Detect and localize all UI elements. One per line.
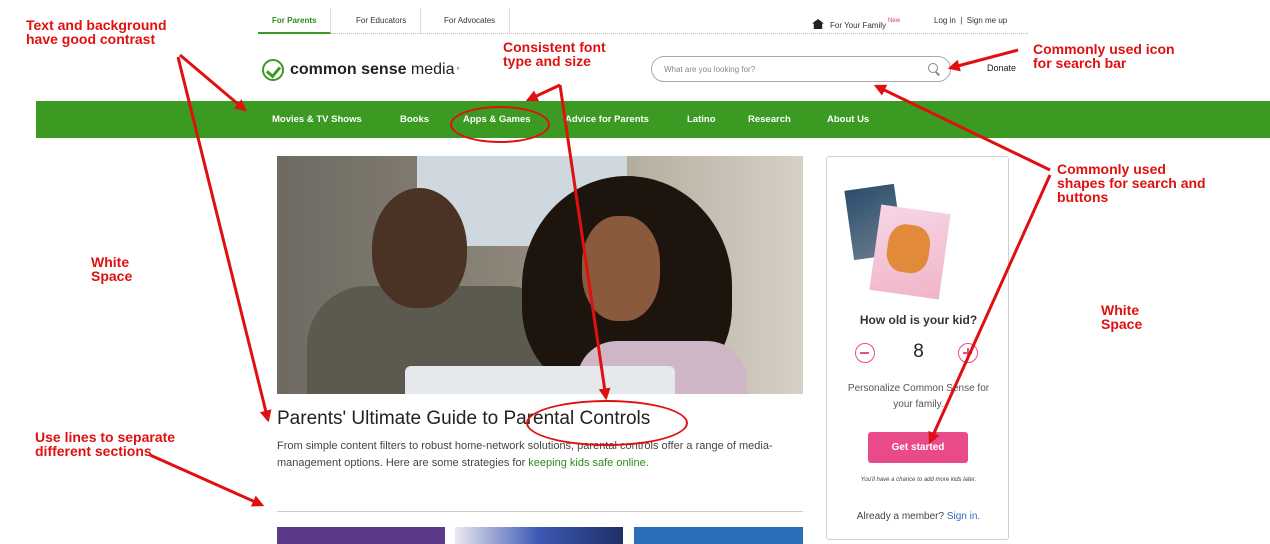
annotation-white-space-left: White Space (91, 254, 133, 284)
arrow-font-nav (525, 83, 561, 102)
annotation-arrows (149, 48, 1052, 507)
arrow-search-icon (947, 48, 1019, 72)
annotation-lines: Use lines to separate different sections (35, 429, 176, 459)
annotation-font: Consistent font type and size (503, 39, 606, 69)
annotation-shapes: Commonly used shapes for search and butt… (1057, 161, 1206, 205)
arrow-shapes-search (873, 84, 1051, 172)
arrow-shapes-button (928, 174, 1052, 445)
annotation-contrast: Text and background have good contrast (26, 17, 167, 47)
arrow-contrast-headline (176, 56, 272, 423)
annotation-search-icon: Commonly used icon for search bar (1033, 41, 1175, 71)
arrow-font-headline (558, 84, 611, 401)
arrow-lines (149, 453, 265, 507)
annotation-white-space-right: White Space (1101, 302, 1143, 332)
